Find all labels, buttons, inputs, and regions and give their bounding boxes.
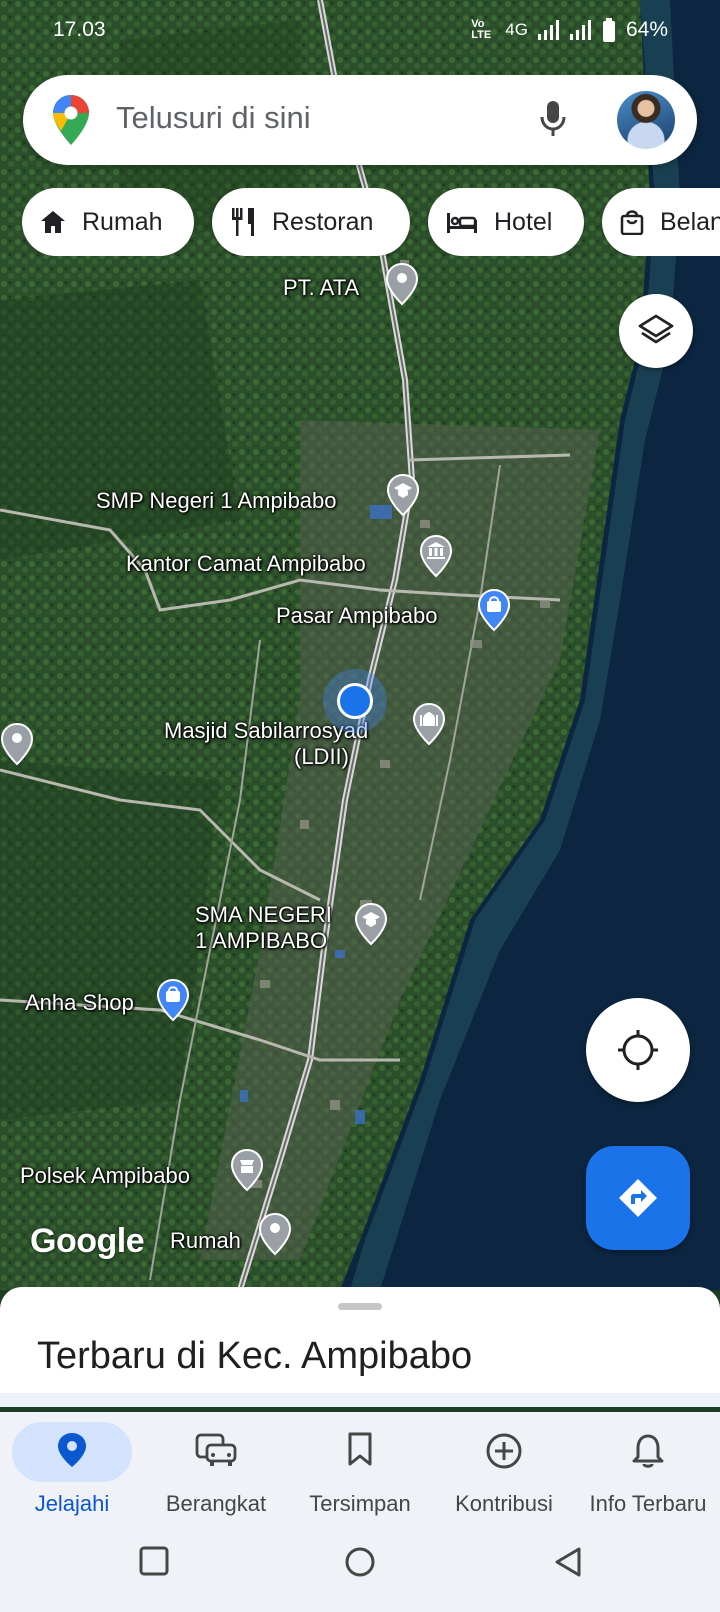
shopping-pin-icon[interactable] [477,588,511,632]
place-label-masjid-line1: Masjid Sabilarrosyad [164,718,369,743]
signal-icon [569,20,591,40]
status-time: 17.03 [53,18,106,41]
google-logo: Google [30,1222,145,1260]
place-label-rumah[interactable]: Rumah [170,1228,241,1254]
system-navigation-bar [0,1532,720,1612]
profile-avatar[interactable] [617,91,675,149]
sheet-divider [0,1393,720,1407]
nav-commute[interactable]: Berangkat [144,1412,288,1532]
government-pin-icon[interactable] [419,534,453,578]
nav-saved[interactable]: Tersimpan [288,1412,432,1532]
nav-label: Berangkat [165,1491,267,1516]
chip-shopping[interactable]: Belanja [602,188,720,256]
place-label-sma-line1: SMA NEGERI [195,902,332,927]
mic-icon[interactable] [538,99,568,139]
nav-updates[interactable]: Info Terbaru [576,1412,720,1532]
police-pin-icon[interactable] [230,1148,264,1192]
layers-button[interactable] [619,294,693,368]
chip-label: Rumah [82,207,163,236]
place-label-smp[interactable]: SMP Negeri 1 Ampibabo [96,488,337,514]
bell-icon [632,1434,664,1468]
google-maps-logo-icon [53,95,89,145]
chip-label: Belanja [660,207,720,236]
drag-handle[interactable] [338,1303,382,1310]
place-label-pasar[interactable]: Pasar Ampibabo [276,603,437,629]
chip-restaurant[interactable]: Restoran [212,188,410,256]
place-label-kantor-camat[interactable]: Kantor Camat Ampibabo [126,551,366,577]
search-placeholder[interactable]: Telusuri di sini [116,100,311,136]
crosshair-icon [618,1030,658,1070]
current-location-dot [337,683,373,719]
layers-icon [638,314,674,344]
network-type: 4G [505,20,528,39]
bottom-sheet[interactable]: Terbaru di Kec. Ampibabo [0,1287,720,1407]
square-icon [139,1546,169,1576]
pin-generic-icon[interactable] [0,722,34,766]
circle-icon [345,1547,375,1577]
chip-hotel[interactable]: Hotel [428,188,584,256]
category-chips: Rumah Restoran Hotel Belanja [22,188,720,256]
hotel-icon [447,213,477,233]
chip-label: Restoran [272,207,374,236]
place-label-masjid[interactable]: Masjid Sabilarrosyad (LDII) [164,718,368,770]
mosque-pin-icon[interactable] [412,702,446,746]
restaurant-icon [232,208,254,236]
search-bar[interactable]: Telusuri di sini [23,75,697,165]
chip-home[interactable]: Rumah [22,188,194,256]
commute-icon [195,1433,237,1466]
directions-button[interactable] [586,1146,690,1250]
place-label-sma[interactable]: SMA NEGERI 1 AMPIBABO [195,902,332,954]
status-icons: Vo LTE 4G 64% [471,18,668,42]
battery-percent: 64% [625,18,668,41]
shopping-icon [620,210,644,235]
home-button[interactable] [344,1546,376,1583]
back-triangle-icon [555,1547,581,1577]
my-location-button[interactable] [586,998,690,1102]
directions-icon [619,1179,657,1217]
place-label-polsek[interactable]: Polsek Ampibabo [20,1163,190,1189]
chip-label: Hotel [494,207,553,236]
place-label-sma-line2: 1 AMPIBABO [195,928,328,953]
sheet-title: Terbaru di Kec. Ampibabo [37,1335,473,1377]
back-button[interactable] [553,1546,583,1583]
bookmark-icon [348,1432,372,1466]
pin-generic-icon[interactable] [385,262,419,306]
signal-icon [537,20,559,40]
location-pin-icon [58,1433,86,1467]
shopping-pin-icon[interactable] [156,978,190,1022]
school-pin-icon[interactable] [354,902,388,946]
nav-explore[interactable]: Jelajahi [0,1412,144,1532]
recents-button[interactable] [139,1546,169,1581]
nav-label: Tersimpan [309,1491,411,1516]
school-pin-icon[interactable] [386,473,420,517]
nav-label: Kontribusi [455,1491,553,1516]
pin-generic-icon[interactable] [258,1212,292,1256]
battery-icon [602,18,615,42]
place-label-anha-shop[interactable]: Anha Shop [25,990,134,1016]
place-label-pt-ata[interactable]: PT. ATA [283,275,359,301]
nav-label: Info Terbaru [589,1491,707,1516]
status-bar: 17.03 Vo LTE 4G 64% [0,0,720,60]
nav-contribute[interactable]: Kontribusi [432,1412,576,1532]
home-icon [41,211,65,233]
add-circle-icon [486,1433,522,1469]
volte-icon: Vo LTE [471,18,492,41]
place-label-masjid-line2: (LDII) [294,744,349,769]
nav-label: Jelajahi [34,1491,110,1516]
bottom-navigation: Jelajahi Berangkat Tersimpan Kontribusi … [0,1412,720,1532]
